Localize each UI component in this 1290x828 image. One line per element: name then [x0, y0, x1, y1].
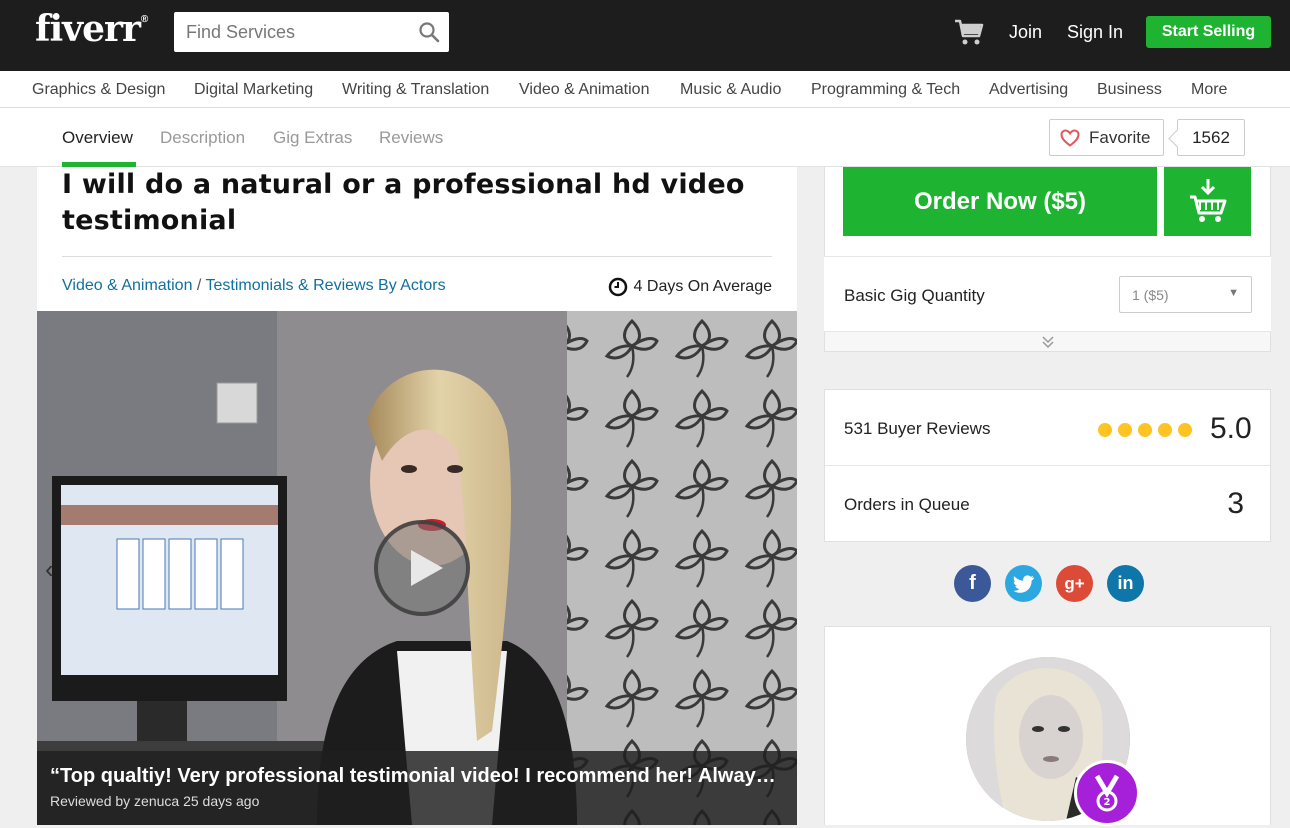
tab-overview[interactable]: Overview: [62, 128, 133, 148]
linkedin-glyph: in: [1117, 573, 1134, 593]
star-icon: [1158, 423, 1172, 437]
google-plus-glyph: g+: [1064, 573, 1085, 593]
category-graphics-design[interactable]: Graphics & Design: [32, 81, 165, 99]
gig-video-player[interactable]: ‹ “Top qualtiy! Very professional testim…: [37, 311, 797, 825]
breadcrumb: Video & Animation / Testimonials & Revie…: [62, 277, 446, 295]
favorite-button[interactable]: Favorite: [1049, 119, 1164, 156]
tab-description[interactable]: Description: [160, 128, 245, 148]
category-nav: Graphics & Design Digital Marketing Writ…: [0, 71, 1290, 108]
add-to-cart-icon: [1190, 179, 1227, 222]
seller-level-badge: 2: [1074, 760, 1140, 826]
favorite-count: 1562: [1177, 119, 1245, 156]
cart-icon[interactable]: [954, 18, 984, 46]
start-selling-button[interactable]: Start Selling: [1146, 16, 1271, 48]
logo-trademark: ®: [140, 14, 148, 25]
buyer-reviews-link[interactable]: 531 Buyer Reviews: [844, 419, 990, 439]
seller-panel: 2: [824, 626, 1271, 826]
svg-text:2: 2: [1104, 797, 1111, 808]
search-box: [174, 12, 449, 52]
breadcrumb-separator: /: [192, 277, 206, 294]
play-button[interactable]: [374, 520, 470, 616]
star-icon: [1178, 423, 1192, 437]
dropdown-caret-icon: ▼: [1228, 287, 1239, 299]
facebook-glyph: f: [969, 572, 976, 594]
category-advertising[interactable]: Advertising: [989, 81, 1068, 99]
previous-arrow-icon[interactable]: ‹: [45, 554, 54, 585]
breadcrumb-category-link[interactable]: Video & Animation: [62, 277, 192, 294]
quantity-row: Basic Gig Quantity 1 ($5) ▼: [824, 256, 1271, 332]
social-share-bar: f g+ in: [954, 565, 1144, 602]
facebook-icon[interactable]: f: [954, 565, 991, 602]
tab-gig-extras[interactable]: Gig Extras: [273, 128, 352, 148]
tab-reviews[interactable]: Reviews: [379, 128, 443, 148]
linkedin-icon[interactable]: in: [1107, 565, 1144, 602]
join-link[interactable]: Join: [1009, 22, 1042, 43]
gig-stats-panel: 531 Buyer Reviews 5.0 Orders in Queue 3: [824, 389, 1271, 542]
category-more[interactable]: More: [1191, 81, 1227, 99]
review-quote: “Top qualtiy! Very professional testimon…: [50, 765, 780, 787]
orders-queue-value: 3: [1227, 487, 1244, 520]
star-icon: [1138, 423, 1152, 437]
twitter-icon[interactable]: [1005, 565, 1042, 602]
delivery-text: 4 Days On Average: [633, 278, 772, 295]
favorite-count-value: 1562: [1192, 127, 1230, 147]
breadcrumb-subcategory-link[interactable]: Testimonials & Reviews By Actors: [206, 277, 446, 294]
category-programming-tech[interactable]: Programming & Tech: [811, 81, 960, 99]
search-input[interactable]: [174, 12, 409, 52]
title-divider: [62, 256, 772, 257]
top-header: fiverr® Join Sign In Start Selling: [0, 0, 1290, 71]
heart-icon: [1060, 128, 1080, 147]
favorite-label: Favorite: [1089, 127, 1151, 147]
reviews-row: 531 Buyer Reviews 5.0: [825, 390, 1270, 466]
category-music-audio[interactable]: Music & Audio: [680, 81, 781, 99]
double-chevron-down-icon: [1042, 336, 1054, 349]
orders-queue-label: Orders in Queue: [844, 495, 970, 514]
play-icon: [411, 550, 443, 586]
twitter-bird-icon: [1013, 574, 1034, 593]
order-now-button[interactable]: Order Now ($5): [843, 167, 1157, 236]
category-video-animation[interactable]: Video & Animation: [519, 81, 649, 99]
add-to-cart-button[interactable]: [1164, 167, 1251, 236]
expand-extras-toggle[interactable]: [824, 332, 1271, 352]
star-icon: [1098, 423, 1112, 437]
category-business[interactable]: Business: [1097, 81, 1162, 99]
rating-stars: [1098, 423, 1192, 437]
logo-text: fiverr: [35, 8, 141, 50]
gig-title: I will do a natural or a professional hd…: [62, 169, 745, 236]
star-icon: [1118, 423, 1132, 437]
sign-in-link[interactable]: Sign In: [1067, 22, 1123, 43]
clock-icon: [608, 277, 627, 297]
fiverr-logo[interactable]: fiverr®: [35, 8, 148, 50]
gig-tabs-bar: Overview Description Gig Extras Reviews …: [0, 108, 1290, 167]
search-icon[interactable]: [418, 21, 440, 43]
quantity-label: Basic Gig Quantity: [844, 286, 985, 305]
rating-value: 5.0: [1210, 412, 1252, 445]
review-meta: Reviewed by zenuca 25 days ago: [50, 793, 260, 809]
category-digital-marketing[interactable]: Digital Marketing: [194, 81, 313, 99]
google-plus-icon[interactable]: g+: [1056, 565, 1093, 602]
quantity-select[interactable]: 1 ($5) ▼: [1119, 276, 1252, 313]
medal-icon: 2: [1094, 774, 1120, 812]
quantity-selected-value: 1 ($5): [1132, 286, 1169, 303]
gig-main-panel: I will do a natural or a professional hd…: [37, 167, 797, 825]
delivery-time: 4 Days On Average: [608, 277, 772, 297]
review-caption-overlay: “Top qualtiy! Very professional testimon…: [37, 751, 797, 825]
category-writing-translation[interactable]: Writing & Translation: [342, 81, 489, 99]
